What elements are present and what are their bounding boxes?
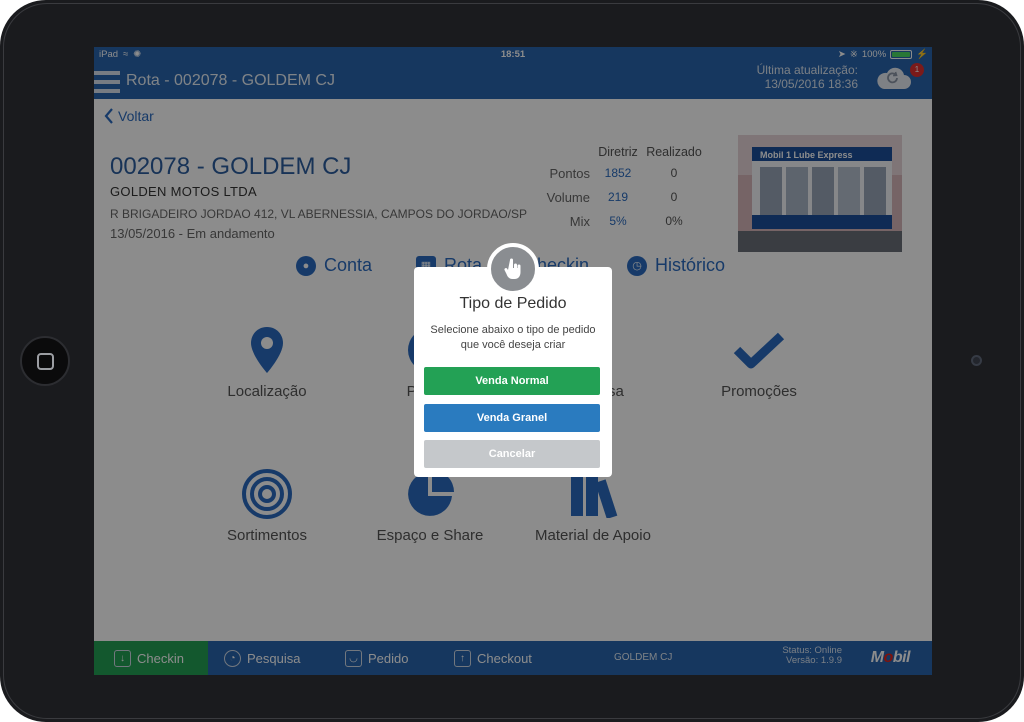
home-button[interactable]: [20, 336, 70, 386]
dialog-message: Selecione abaixo o tipo de pedido que vo…: [430, 324, 596, 351]
dialog-title: Tipo de Pedido: [459, 295, 567, 312]
dialog-hand-badge: [487, 243, 539, 295]
venda-normal-button[interactable]: Venda Normal: [424, 367, 600, 395]
app-screen: iPad ≈ ✺ 18:51 ➤ ※ 100% ⚡ Rota - 002078 …: [94, 47, 932, 675]
order-type-dialog: Tipo de Pedido Selecione abaixo o tipo d…: [414, 267, 612, 477]
pointer-hand-icon: [504, 258, 521, 279]
home-square-icon: [36, 352, 54, 370]
venda-granel-button[interactable]: Venda Granel: [424, 404, 600, 432]
ipad-frame: iPad ≈ ✺ 18:51 ➤ ※ 100% ⚡ Rota - 002078 …: [0, 0, 1024, 722]
front-camera: [971, 355, 982, 366]
cancel-button[interactable]: Cancelar: [424, 440, 600, 468]
